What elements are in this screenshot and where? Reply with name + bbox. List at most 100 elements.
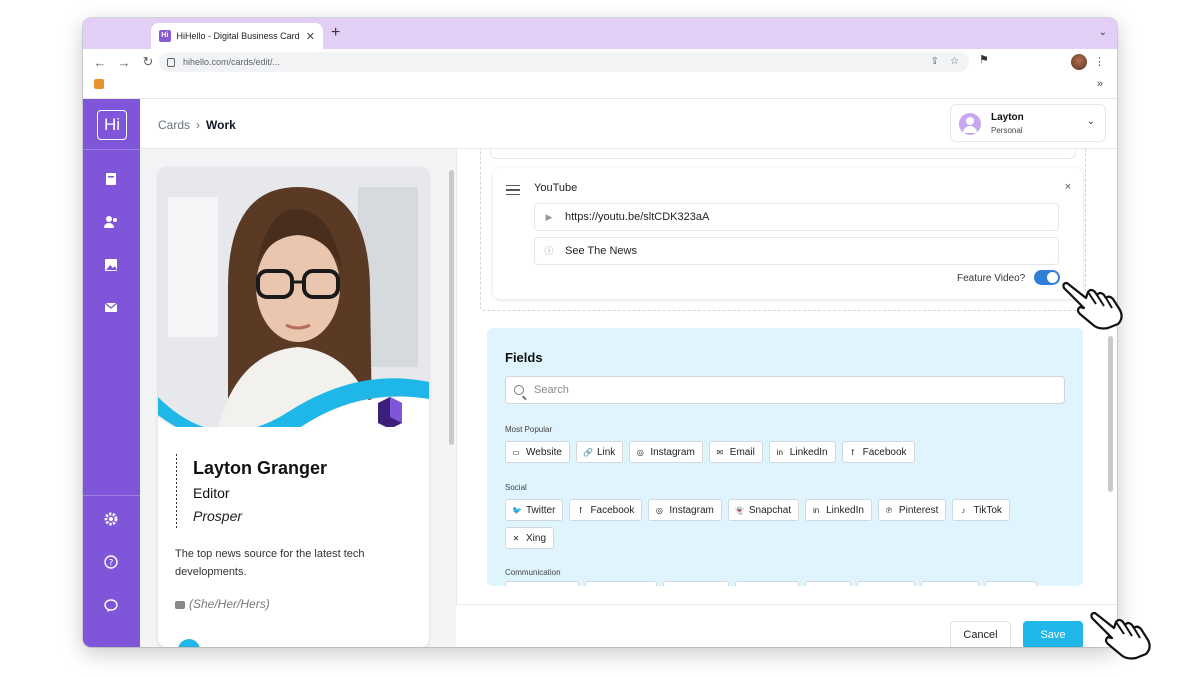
profile-type: Personal	[991, 126, 1023, 135]
field-chip-linkedin[interactable]: in LinkedIn	[768, 441, 836, 463]
linkedin-icon: in	[812, 505, 820, 515]
link-icon: 🔗	[582, 447, 593, 457]
field-chip-email[interactable]: ✉ Email	[708, 441, 763, 463]
youtube-title-input[interactable]: ⓘ See The News	[534, 237, 1059, 265]
field-chip-xing[interactable]: ✕ Xing	[505, 527, 555, 549]
cards-icon[interactable]	[103, 171, 119, 187]
field-chip-partial[interactable]	[921, 581, 979, 586]
youtube-url-input[interactable]: ▶ https://youtu.be/sltCDK323aA	[534, 203, 1059, 231]
editor-scrollbar[interactable]	[1108, 336, 1113, 492]
profile-switcher[interactable]: Layton Personal ⌄	[950, 104, 1106, 142]
chip-label: Instagram	[669, 504, 714, 516]
business-card-preview: Layton Granger Editor Prosper The top ne…	[158, 167, 429, 647]
remove-field-icon[interactable]: ×	[1065, 181, 1071, 193]
field-chip-partial[interactable]	[735, 581, 799, 586]
field-chip-link[interactable]: 🔗 Link	[575, 441, 624, 463]
chips-social: 🐦 Twitter f Facebook ◎ Instagram 👻 Snapchat …	[505, 499, 1010, 521]
twitter-icon: 🐦	[512, 505, 522, 515]
feature-video-label: Feature Video?	[957, 273, 1026, 284]
address-bar[interactable]: hihello.com/cards/edit/... ⇪ ☆	[159, 52, 969, 72]
fields-search-input[interactable]	[534, 384, 1034, 396]
save-button[interactable]: Save	[1023, 621, 1083, 647]
field-chip-linkedin[interactable]: in LinkedIn	[805, 499, 872, 521]
hihello-logo[interactable]: Hi	[97, 110, 127, 140]
section-label-social: Social	[505, 483, 527, 492]
feature-video-toggle[interactable]	[1034, 270, 1060, 285]
field-chip-website[interactable]: ▭ Website	[505, 441, 570, 463]
bookmarks-overflow-icon[interactable]: »	[1097, 78, 1103, 90]
field-chip-partial[interactable]	[985, 581, 1037, 586]
field-chip-facebook[interactable]: f Facebook	[569, 499, 643, 521]
section-label-communication: Communication	[505, 568, 561, 577]
card-company: Prosper	[193, 508, 243, 524]
youtube-field-label: YouTube	[534, 182, 578, 194]
browser-profile-avatar[interactable]	[1071, 54, 1087, 70]
fields-search-box[interactable]	[505, 376, 1065, 404]
chip-label: Snapchat	[748, 504, 792, 516]
browser-menu-icon[interactable]: ⋮	[1094, 55, 1105, 68]
instagram-icon: ◎	[655, 505, 663, 515]
email-signature-icon[interactable]	[103, 299, 119, 315]
email-icon: ✉	[716, 447, 724, 457]
hihello-favicon-icon: Hi	[159, 30, 171, 42]
bookmark-favicon-icon[interactable]	[94, 79, 104, 89]
field-chip-partial[interactable]	[663, 581, 729, 586]
field-chip-facebook[interactable]: f Facebook	[841, 441, 915, 463]
preview-scrollbar[interactable]	[449, 170, 454, 445]
help-icon[interactable]: ?	[103, 554, 119, 570]
field-chip-tiktok[interactable]: ♪ TikTok	[952, 499, 1010, 521]
chip-label: TikTok	[973, 504, 1002, 516]
chip-label: Email	[729, 446, 755, 458]
field-chip-snapchat[interactable]: 👻 Snapchat	[727, 499, 800, 521]
bookmark-star-icon[interactable]: ☆	[950, 56, 959, 67]
xing-icon: ✕	[512, 533, 520, 543]
facebook-icon: f	[851, 447, 854, 457]
chip-label: Instagram	[650, 446, 695, 458]
youtube-field-card: YouTube × ▶ https://youtu.be/sltCDK323aA…	[493, 168, 1083, 299]
backgrounds-icon[interactable]	[103, 257, 119, 273]
extension-icon[interactable]: ⚑	[979, 53, 989, 66]
facebook-icon: f	[579, 505, 582, 515]
chip-label: Facebook	[862, 446, 907, 458]
chip-label: Twitter	[526, 504, 556, 516]
tab-search-chevron-icon[interactable]: ⌄	[1099, 27, 1107, 38]
field-chip-partial[interactable]	[857, 581, 915, 586]
app-header: Cards › Work Layton Personal ⌄	[140, 99, 1117, 149]
forward-icon[interactable]: →	[117, 55, 131, 70]
profile-photo	[158, 167, 429, 427]
share-icon[interactable]: ⇪	[931, 56, 939, 67]
field-chip-partial[interactable]	[585, 581, 657, 586]
breadcrumb-cards-link[interactable]: Cards	[158, 118, 190, 132]
field-chip-instagram[interactable]: ◎ Instagram	[629, 441, 703, 463]
chip-label: Website	[526, 446, 562, 458]
profile-avatar-icon	[959, 113, 981, 135]
back-icon[interactable]: ←	[93, 55, 107, 70]
reload-icon[interactable]: ↻	[141, 54, 155, 70]
field-chip-instagram[interactable]: ◎ Instagram	[648, 499, 722, 521]
field-chip-partial[interactable]	[505, 581, 579, 586]
settings-icon[interactable]	[103, 511, 119, 527]
card-job-title: Editor	[193, 485, 230, 501]
card-editor-pane: YouTube × ▶ https://youtu.be/sltCDK323aA…	[456, 149, 1117, 647]
new-tab-button[interactable]: +	[331, 25, 340, 41]
chevron-down-icon: ⌄	[1086, 116, 1095, 127]
browser-tab[interactable]: Hi HiHello - Digital Business Card ✕	[151, 23, 323, 49]
app-sidebar: Hi ?	[83, 99, 140, 647]
youtube-url-value: https://youtu.be/sltCDK323aA	[565, 211, 710, 223]
sidebar-divider	[83, 149, 140, 150]
field-chip-pinterest[interactable]: ℗ Pinterest	[877, 499, 947, 521]
profile-name: Layton	[991, 112, 1024, 123]
field-chip-partial[interactable]	[805, 581, 851, 586]
chip-label: Xing	[526, 532, 547, 544]
chat-icon[interactable]	[103, 598, 119, 614]
tab-strip: Hi HiHello - Digital Business Card ✕ + ⌄	[83, 18, 1117, 49]
instagram-icon: ◎	[636, 447, 644, 457]
drag-handle-icon[interactable]	[506, 185, 520, 195]
snapchat-icon: 👻	[734, 505, 745, 515]
card-name: Layton Granger	[193, 458, 328, 478]
tab-close-icon[interactable]: ✕	[306, 30, 315, 43]
cancel-button[interactable]: Cancel	[950, 621, 1011, 647]
field-chip-twitter[interactable]: 🐦 Twitter	[505, 499, 564, 521]
contacts-icon[interactable]	[103, 214, 119, 230]
fields-title: Fields	[505, 350, 543, 365]
